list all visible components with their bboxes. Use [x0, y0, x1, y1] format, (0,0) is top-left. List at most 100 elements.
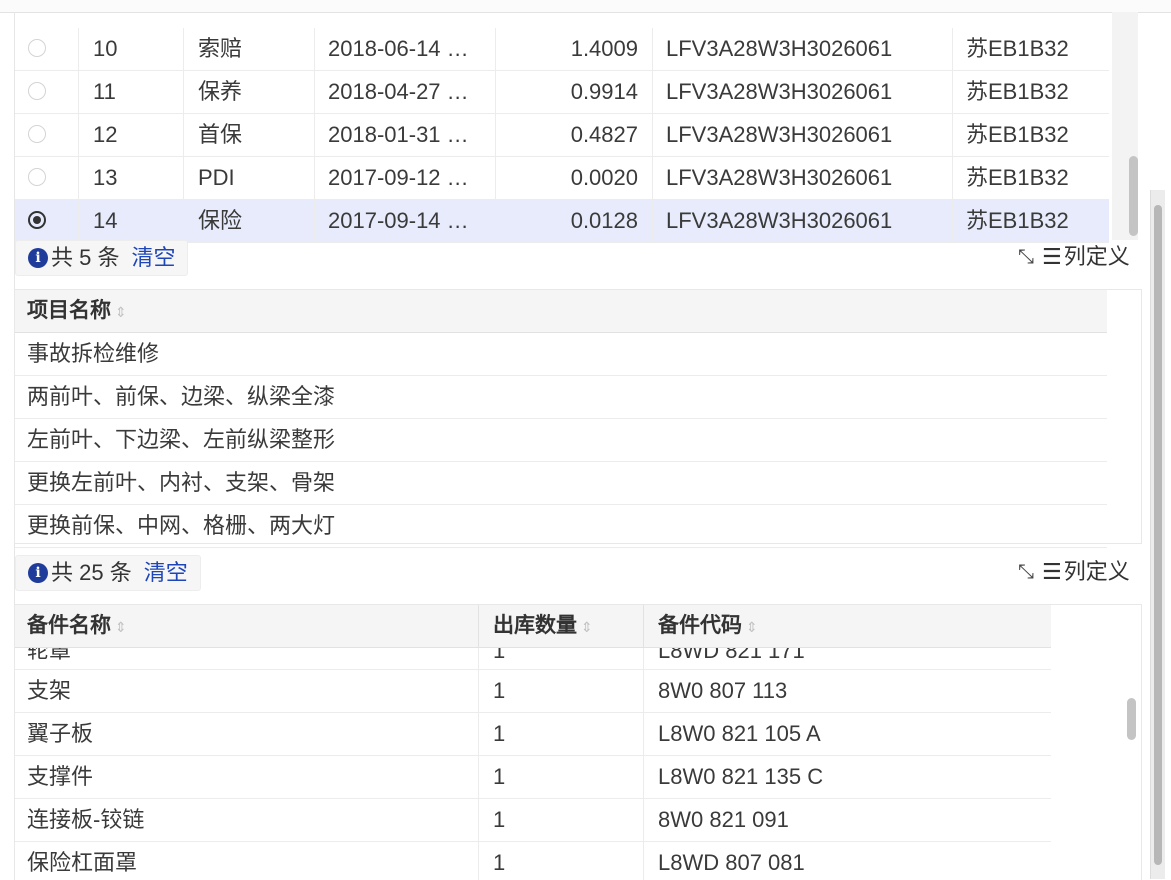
record-row[interactable]: 10 索赔 2018-06-14 … 1.4009 LFV3A28W3H3026061 苏…	[15, 28, 1109, 71]
info-icon: i	[28, 248, 48, 268]
cell-vin: LFV3A28W3H3026061	[666, 208, 893, 233]
parts-header-qty[interactable]: 出库数量 ⇕	[493, 605, 593, 648]
cell-no: 14	[93, 208, 118, 233]
cell-plate: 苏EB1B32	[966, 122, 1069, 147]
item-row[interactable]: 两前叶、前保、边梁、纵梁全漆	[15, 376, 1107, 419]
part-code: L8WD 807 081	[658, 850, 805, 875]
record-row[interactable]: 12 首保 2018-01-31 … 0.4827 LFV3A28W3H3026061 苏…	[15, 114, 1109, 157]
part-row[interactable]: 支撑件 1 L8W0 821 135 C	[15, 756, 1051, 799]
items-panel: 项目名称 ⇕ 事故拆检维修 两前叶、前保、边梁、纵梁全漆 左前叶、下边梁、左前纵梁整形…	[14, 289, 1142, 548]
list-icon: ☰	[1042, 244, 1062, 269]
parts-count-bar: i 共 25 条 清空	[15, 555, 201, 591]
expand-icon[interactable]: ⤡	[1018, 555, 1034, 589]
sort-icon[interactable]: ⇕	[746, 619, 758, 635]
items-tools: ⤡ ☰ 列定义	[1018, 240, 1130, 274]
cell-type: PDI	[198, 165, 235, 190]
part-code: L8WD 821 171	[658, 648, 805, 663]
record-row[interactable]: 14 保险 2017-09-14 … 0.0128 LFV3A28W3H3026061 苏…	[15, 200, 1109, 243]
cell-date: 2018-06-14 …	[328, 36, 469, 61]
sort-icon[interactable]: ⇕	[581, 619, 593, 635]
item-row[interactable]: 更换左前叶、内衬、支架、骨架	[15, 462, 1107, 505]
cell-value: 0.4827	[570, 122, 638, 147]
parts-clear-link[interactable]: 清空	[144, 556, 188, 590]
cell-plate: 苏EB1B32	[966, 208, 1069, 233]
cell-no: 11	[93, 79, 116, 104]
service-records-table: 10 索赔 2018-06-14 … 1.4009 LFV3A28W3H3026061 苏…	[15, 28, 1109, 243]
radio-icon[interactable]	[28, 125, 46, 143]
part-row[interactable]: 翼子板 1 L8W0 821 105 A	[15, 713, 1051, 756]
part-name: 支撑件	[27, 764, 94, 789]
part-name: 连接板-铰链	[27, 807, 145, 832]
parts-scroll-thumb[interactable]	[1127, 698, 1136, 740]
cell-no: 13	[93, 165, 118, 190]
sort-icon[interactable]: ⇕	[115, 304, 127, 320]
radio-icon[interactable]	[28, 168, 46, 186]
cell-value: 1.4009	[570, 36, 638, 61]
cell-date: 2018-04-27 …	[328, 79, 469, 104]
items-list: 事故拆检维修 两前叶、前保、边梁、纵梁全漆 左前叶、下边梁、左前纵梁整形 更换左前叶、…	[15, 333, 1141, 548]
cell-vin: LFV3A28W3H3026061	[666, 122, 893, 147]
expand-icon[interactable]: ⤡	[1018, 240, 1034, 274]
part-name: 支架	[27, 678, 72, 703]
part-qty: 1	[493, 678, 506, 703]
part-row[interactable]: 支架 1 8W0 807 113	[15, 670, 1051, 713]
cell-plate: 苏EB1B32	[966, 36, 1069, 61]
info-icon: i	[28, 563, 48, 583]
parts-tools: ⤡ ☰ 列定义	[1018, 555, 1130, 589]
part-name: 翼子板	[27, 721, 94, 746]
parts-header-code[interactable]: 备件代码 ⇕	[658, 605, 758, 648]
cell-plate: 苏EB1B32	[966, 79, 1069, 104]
cell-vin: LFV3A28W3H3026061	[666, 36, 893, 61]
cell-type: 索赔	[198, 36, 243, 61]
part-qty: 1	[493, 764, 506, 789]
cell-vin: LFV3A28W3H3026061	[666, 165, 893, 190]
parts-column-def-button[interactable]: 列定义	[1064, 555, 1130, 589]
part-qty: 1	[493, 648, 506, 663]
item-row[interactable]: 左前叶、下边梁、左前纵梁整形	[15, 419, 1107, 462]
record-row[interactable]: 11 保养 2018-04-27 … 0.9914 LFV3A28W3H3026061 苏…	[15, 71, 1109, 114]
cell-type: 首保	[198, 122, 243, 147]
items-header-label: 项目名称	[27, 299, 111, 322]
parts-count-label: 共 25 条	[51, 560, 132, 585]
parts-list: 轮罩 1 L8WD 821 171 支架 1 8W0 807 113 翼子板 1 L8W0 82…	[15, 648, 1051, 880]
cell-type: 保险	[198, 208, 243, 233]
cell-value: 0.0020	[570, 165, 638, 190]
part-code: L8W0 821 135 C	[658, 764, 824, 789]
item-row[interactable]: 更换前保、中网、格栅、两大灯	[15, 505, 1107, 548]
cell-date: 2017-09-12 …	[328, 165, 469, 190]
sort-icon[interactable]: ⇕	[115, 619, 127, 635]
cell-plate: 苏EB1B32	[966, 165, 1069, 190]
part-code: L8W0 821 105 A	[658, 721, 821, 746]
cell-date: 2018-01-31 …	[328, 122, 469, 147]
top-table-scroll-thumb[interactable]	[1129, 156, 1138, 236]
cell-no: 10	[93, 36, 118, 61]
radio-icon[interactable]	[28, 211, 46, 229]
part-qty: 1	[493, 807, 506, 832]
cell-type: 保养	[198, 79, 243, 104]
part-code: 8W0 807 113	[658, 678, 788, 703]
items-column-def-button[interactable]: 列定义	[1064, 240, 1130, 274]
radio-icon[interactable]	[28, 82, 46, 100]
item-row[interactable]: 事故拆检维修	[15, 333, 1107, 376]
items-count-bar: i 共 5 条 清空	[15, 240, 189, 276]
top-table-scrollbar[interactable]	[1112, 12, 1138, 240]
part-name: 轮罩	[27, 648, 72, 663]
part-qty: 1	[493, 721, 506, 746]
part-row[interactable]: 保险杠面罩 1 L8WD 807 081	[15, 842, 1051, 880]
page-scroll-thumb[interactable]	[1154, 205, 1162, 865]
parts-header-name[interactable]: 备件名称 ⇕	[27, 605, 127, 648]
part-code: 8W0 821 091	[658, 807, 789, 832]
part-row[interactable]: 连接板-铰链 1 8W0 821 091	[15, 799, 1051, 842]
radio-icon[interactable]	[28, 39, 46, 57]
items-clear-link[interactable]: 清空	[131, 241, 175, 275]
items-header[interactable]: 项目名称 ⇕	[15, 290, 1107, 333]
cell-value: 0.9914	[570, 79, 638, 104]
part-row[interactable]: 轮罩 1 L8WD 821 171	[15, 648, 1051, 670]
part-qty: 1	[493, 850, 506, 875]
cell-date: 2017-09-14 …	[328, 208, 469, 233]
record-row[interactable]: 13 PDI 2017-09-12 … 0.0020 LFV3A28W3H3026061…	[15, 157, 1109, 200]
table-header-strip	[0, 0, 1171, 13]
cell-value: 0.0128	[570, 208, 638, 233]
list-icon: ☰	[1042, 559, 1062, 584]
cell-vin: LFV3A28W3H3026061	[666, 79, 893, 104]
